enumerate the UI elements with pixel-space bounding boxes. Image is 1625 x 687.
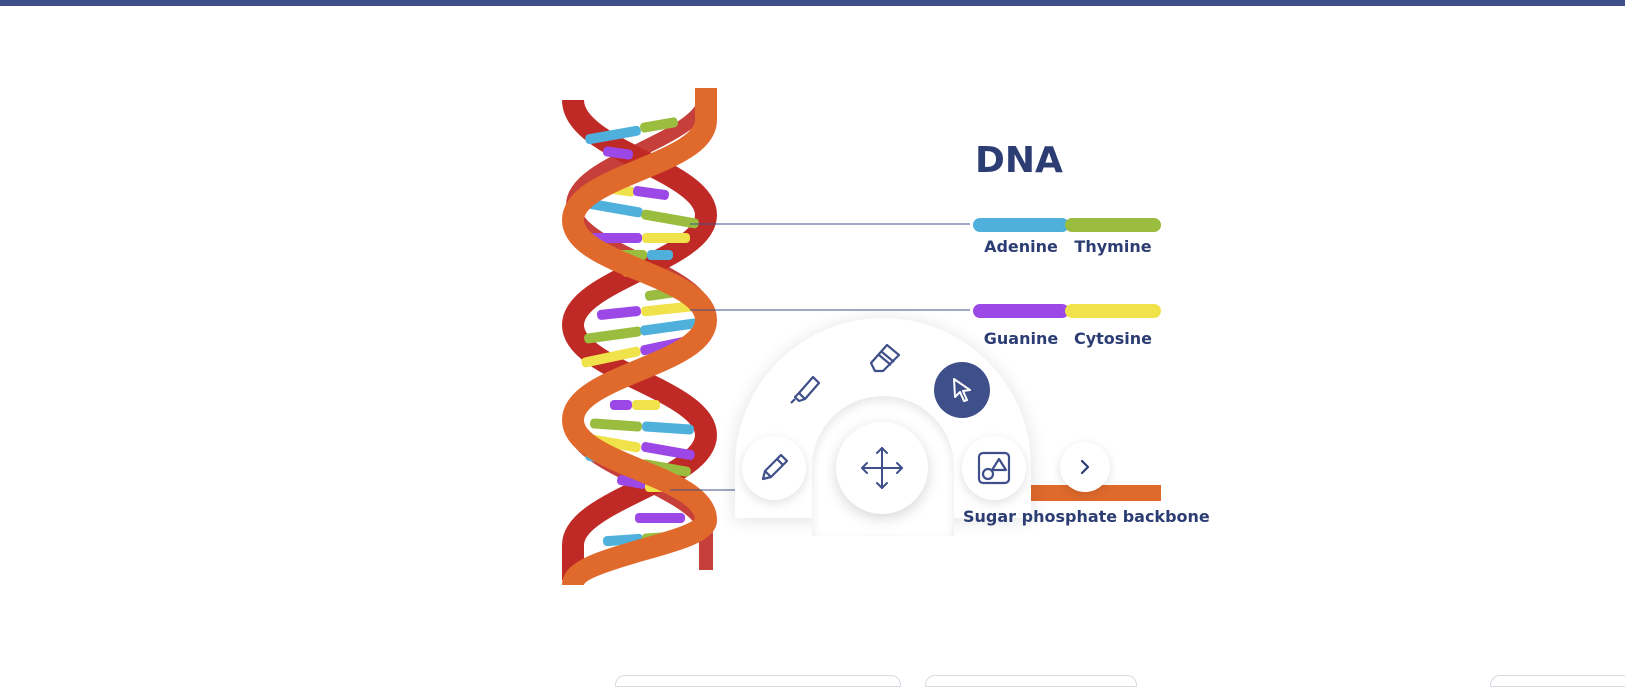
shapes-icon [977,451,1011,485]
backbone-label: Sugar phosphate backbone [963,507,1210,526]
chevron-right-icon [1080,459,1090,475]
adenine-label: Adenine [984,237,1058,256]
adenine-bar [973,218,1069,232]
next-button[interactable] [1060,442,1110,492]
move-icon [861,447,903,489]
eraser-icon [869,343,901,373]
move-button[interactable] [836,422,928,514]
highlighter-icon [790,375,821,404]
pencil-icon [761,453,789,481]
bottom-card[interactable] [925,675,1137,687]
bottom-card[interactable] [615,675,901,687]
thymine-bar [1065,218,1161,232]
page-title: DNA [975,140,1063,181]
thymine-label: Thymine [1074,237,1152,256]
pencil-button[interactable] [742,436,806,500]
eraser-button[interactable] [853,325,917,389]
shapes-button[interactable] [962,436,1026,500]
cytosine-label: Cytosine [1073,329,1153,348]
select-button[interactable] [934,362,990,418]
guanine-label: Guanine [983,329,1059,348]
guanine-bar [973,304,1069,318]
bottom-card[interactable] [1490,675,1625,687]
cytosine-bar [1065,304,1161,318]
highlighter-button[interactable] [774,356,838,420]
cursor-icon [953,378,971,402]
